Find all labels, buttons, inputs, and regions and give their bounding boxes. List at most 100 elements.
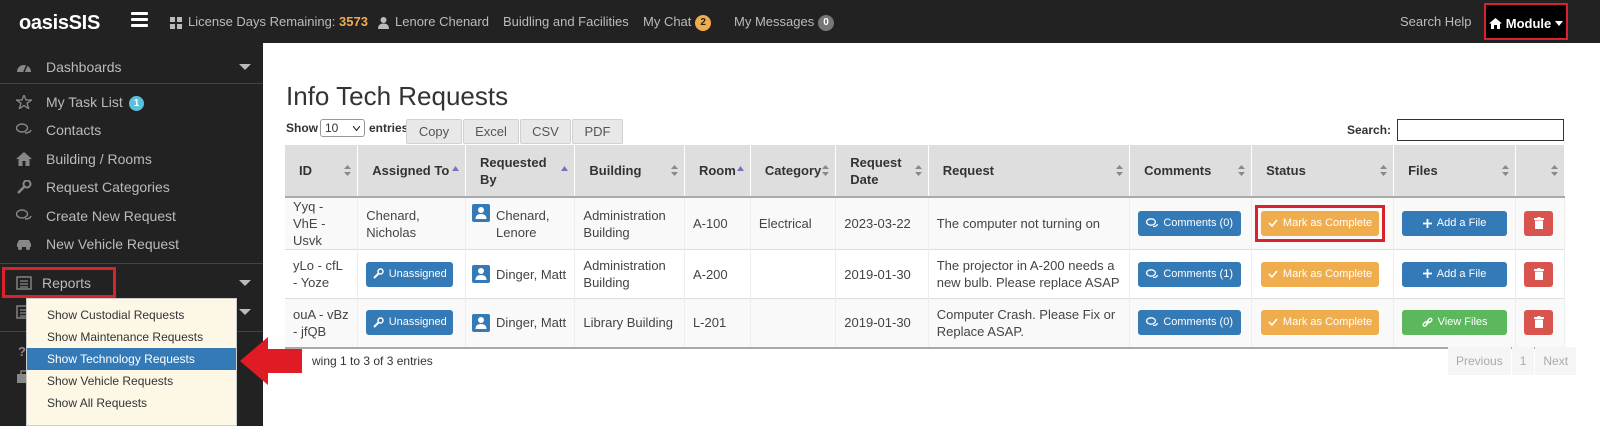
chevron-down-icon xyxy=(239,309,251,315)
pdf-button[interactable]: PDF xyxy=(572,119,623,144)
sidebar-item-contacts[interactable]: Contacts xyxy=(0,116,263,144)
column-header-room[interactable]: Room xyxy=(684,145,751,198)
search-input[interactable] xyxy=(1397,119,1564,141)
cell-actions xyxy=(1515,196,1565,250)
comments-button[interactable]: Comments (1) xyxy=(1138,261,1242,287)
csv-button[interactable]: CSV xyxy=(520,119,571,144)
license-days-value: 3573 xyxy=(339,14,368,29)
cell-date: 2023-03-22 xyxy=(835,196,929,250)
delete-button[interactable] xyxy=(1524,211,1554,236)
messages-count-badge: 0 xyxy=(818,14,834,31)
comments-button[interactable]: Comments (0) xyxy=(1138,211,1242,236)
column-header-request-date[interactable]: Request Date xyxy=(835,145,929,198)
check-icon xyxy=(1268,270,1278,278)
unassigned-button[interactable]: Unassigned xyxy=(366,261,454,287)
mark-complete-button[interactable]: Mark as Complete xyxy=(1261,261,1380,287)
menu-item-maintenance[interactable]: Show Maintenance Requests xyxy=(27,326,236,348)
show-label: Show xyxy=(286,121,318,135)
cell-category xyxy=(750,298,837,349)
menu-toggle-icon[interactable] xyxy=(131,12,148,27)
chat-count-badge: 2 xyxy=(695,14,711,31)
table-info: wing 1 to 3 of 3 entries xyxy=(312,354,433,368)
column-header-requested-by[interactable]: Requested By xyxy=(465,145,576,198)
column-header-id[interactable]: ID xyxy=(285,145,359,198)
user-menu[interactable]: Lenore Chenard xyxy=(378,0,489,43)
excel-button[interactable]: Excel xyxy=(463,119,519,144)
home-icon xyxy=(16,152,32,166)
sort-icon xyxy=(670,165,678,176)
menu-item-technology[interactable]: Show Technology Requests xyxy=(27,348,236,370)
sort-asc-icon xyxy=(736,166,744,171)
plus-icon xyxy=(1422,218,1432,228)
files-label: Add a File xyxy=(1436,217,1487,229)
column-header-files[interactable]: Files xyxy=(1393,145,1517,198)
column-header-actions[interactable] xyxy=(1515,145,1565,198)
sort-icon xyxy=(914,165,922,176)
menu-item-all[interactable]: Show All Requests xyxy=(27,392,236,414)
pager-next[interactable]: Next xyxy=(1535,347,1577,375)
sidebar-label: Contacts xyxy=(46,122,102,138)
sidebar-item-building-rooms[interactable]: Building / Rooms xyxy=(0,145,263,173)
search-help-link[interactable]: Search Help xyxy=(1400,0,1472,43)
sidebar-item-dashboards[interactable]: Dashboards xyxy=(0,53,263,81)
cell-request: Computer Crash. Please Fix or Replace AS… xyxy=(928,298,1131,349)
requester-name: Dinger, Matt xyxy=(496,266,567,282)
brand-logo[interactable]: oasisSIS xyxy=(19,12,100,35)
delete-button[interactable] xyxy=(1524,310,1554,336)
nav-building-facilities[interactable]: Buidling and Facilities xyxy=(503,0,629,43)
column-label: Requested By xyxy=(480,154,547,187)
sort-asc-icon xyxy=(561,166,569,171)
cell-category: Electrical xyxy=(750,196,837,250)
cell-building: Administration Building xyxy=(574,196,685,250)
user-icon xyxy=(472,204,491,222)
nav-my-chat[interactable]: My Chat 2 xyxy=(643,0,711,43)
wrench-icon xyxy=(17,180,32,194)
grid-icon xyxy=(170,16,182,29)
user-icon xyxy=(472,314,491,332)
sort-icon xyxy=(822,165,830,176)
column-header-assigned-to[interactable]: Assigned To xyxy=(357,145,467,198)
comments-icon xyxy=(16,209,32,220)
module-dropdown-button[interactable]: Module xyxy=(1484,3,1568,40)
add-file-button[interactable]: Add a File xyxy=(1402,261,1508,287)
sort-icon xyxy=(344,165,352,176)
sidebar-label: Create New Request xyxy=(46,208,176,224)
mark-complete-button[interactable]: Mark as Complete xyxy=(1261,211,1380,236)
column-header-building[interactable]: Building xyxy=(574,145,685,198)
page-length-select[interactable]: 10 xyxy=(320,119,365,137)
sidebar-item-new-vehicle-request[interactable]: New Vehicle Request xyxy=(0,230,263,258)
column-label: Request xyxy=(942,163,995,178)
pager-page[interactable]: 1 xyxy=(1511,347,1535,375)
sidebar-item-my-task-list[interactable]: My Task List 1 xyxy=(0,88,263,116)
unassigned-button[interactable]: Unassigned xyxy=(366,310,454,336)
column-label: Building xyxy=(589,163,642,178)
comments-button[interactable]: Comments (0) xyxy=(1138,310,1242,336)
top-navbar: oasisSIS License Days Remaining: 3573 Le… xyxy=(0,0,1600,43)
menu-item-vehicle[interactable]: Show Vehicle Requests xyxy=(27,370,236,392)
license-label: License Days Remaining: xyxy=(188,14,336,29)
menu-item-custodial[interactable]: Show Custodial Requests xyxy=(27,304,236,326)
pager-previous[interactable]: Previous xyxy=(1448,347,1511,375)
sort-icon xyxy=(1380,165,1388,176)
add-file-button[interactable]: Add a File xyxy=(1402,211,1508,236)
column-header-category[interactable]: Category xyxy=(750,145,837,198)
comments-label: Comments (0) xyxy=(1163,316,1233,329)
nav-my-messages[interactable]: My Messages 0 xyxy=(734,0,834,43)
sort-icon xyxy=(1502,165,1510,176)
column-header-status[interactable]: Status xyxy=(1251,145,1395,198)
sidebar-item-create-new-request[interactable]: Create New Request xyxy=(0,202,263,230)
trash-icon xyxy=(1533,217,1544,230)
table-row: ouA - vBz - jfQB Unassigned Dinger, Matt… xyxy=(285,298,1565,349)
module-label: Module xyxy=(1505,16,1552,31)
check-icon xyxy=(1268,318,1278,327)
cell-actions xyxy=(1515,249,1565,299)
mark-complete-button[interactable]: Mark as Complete xyxy=(1261,310,1380,336)
files-label: View Files xyxy=(1437,316,1488,329)
column-header-request[interactable]: Request xyxy=(928,145,1131,198)
cell-status: Mark as Complete xyxy=(1251,249,1395,299)
column-header-comments[interactable]: Comments xyxy=(1129,145,1253,198)
sidebar-item-request-categories[interactable]: Request Categories xyxy=(0,173,263,201)
delete-button[interactable] xyxy=(1524,261,1554,287)
view-files-button[interactable]: View Files xyxy=(1402,310,1508,336)
copy-button[interactable]: Copy xyxy=(406,119,462,144)
